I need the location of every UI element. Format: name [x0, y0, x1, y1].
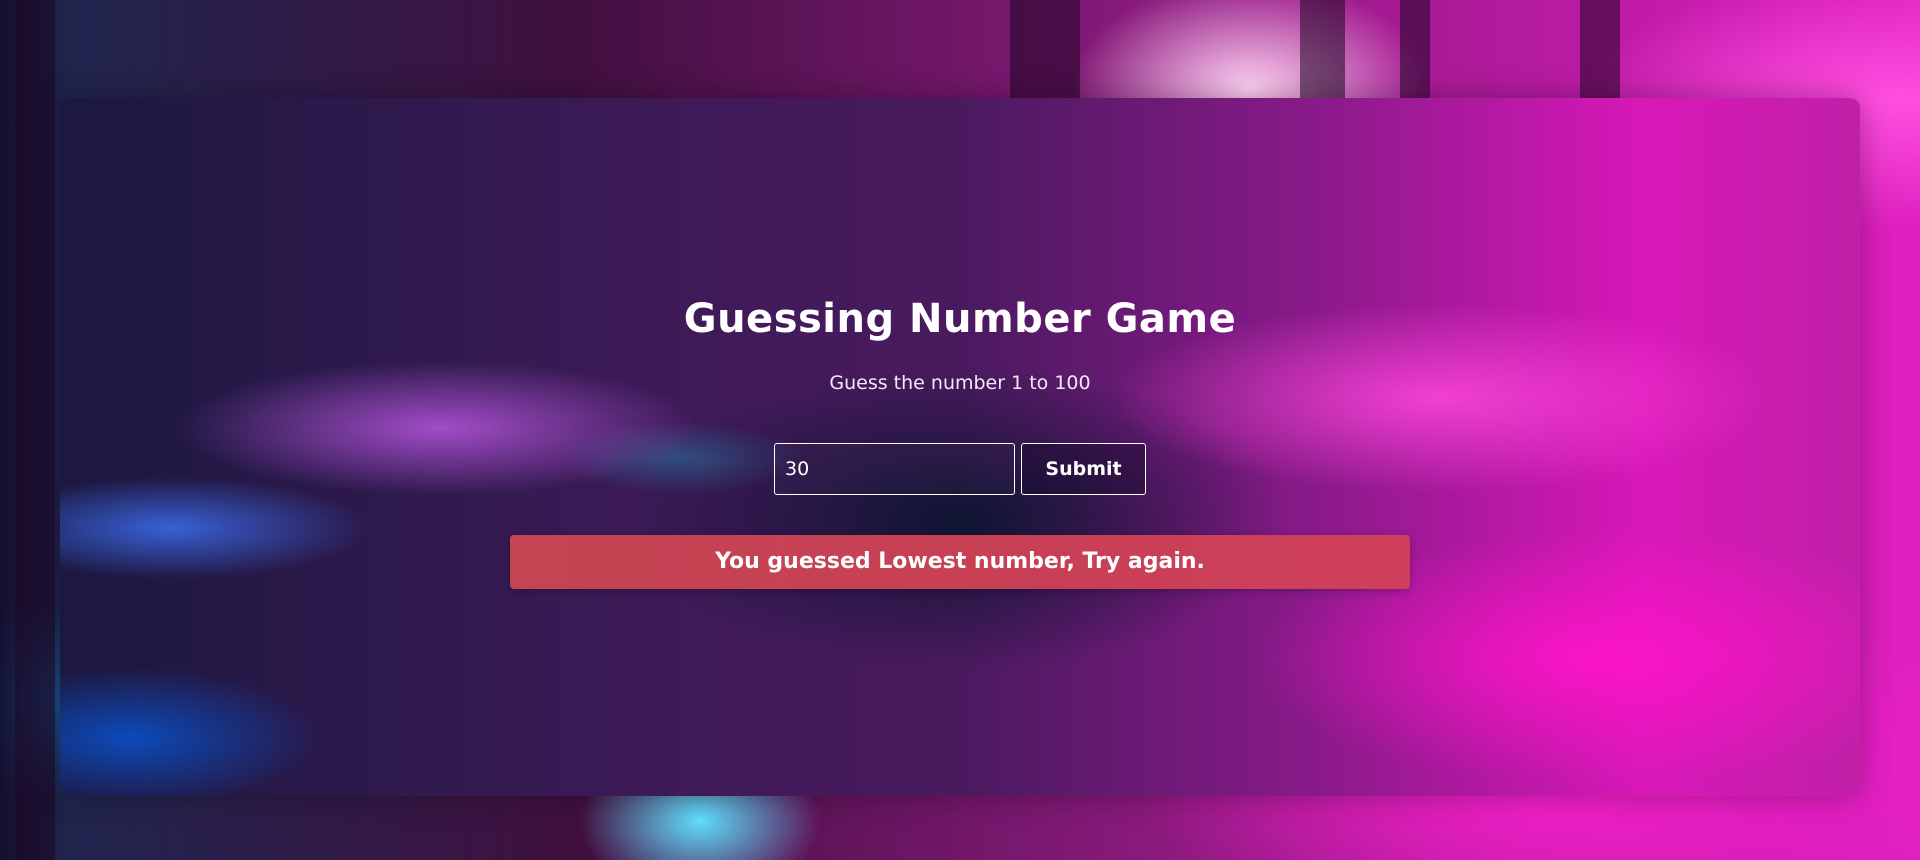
result-message: You guessed Lowest number, Try again. — [510, 535, 1410, 589]
game-title: Guessing Number Game — [683, 296, 1237, 342]
game-instruction: Guess the number 1 to 100 — [829, 372, 1091, 394]
submit-button[interactable]: Submit — [1021, 443, 1146, 495]
game-content: Guessing Number Game Guess the number 1 … — [0, 0, 1920, 860]
guess-input[interactable] — [774, 443, 1015, 495]
